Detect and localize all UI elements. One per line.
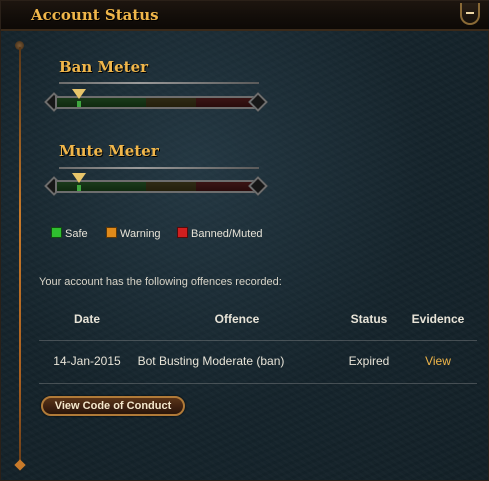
column-header-date: Date	[73, 312, 101, 326]
offence-date: 14-Jan-2015	[53, 354, 121, 368]
column-header-evidence: Evidence	[411, 312, 465, 326]
warning-swatch-icon	[106, 227, 117, 238]
panel-title: Account Status	[31, 6, 159, 24]
view-code-of-conduct-button[interactable]: View Code of Conduct	[41, 396, 185, 416]
safe-zone	[57, 98, 147, 107]
column-header-offence: Offence	[214, 312, 260, 326]
marker-gem-icon	[77, 185, 82, 191]
minus-icon	[466, 12, 474, 14]
safe-zone	[57, 182, 147, 191]
offences-intro: Your account has the following offences …	[39, 276, 282, 288]
marker-gem-icon	[77, 101, 82, 107]
marker-arrow-icon	[72, 89, 87, 99]
warning-zone	[146, 98, 196, 107]
offence-status: Expired	[348, 354, 390, 368]
mute-meter-marker	[72, 173, 87, 191]
legend-item-banned-muted: Banned/Muted	[177, 227, 263, 240]
warning-zone	[146, 182, 196, 191]
side-rail	[19, 47, 21, 465]
mute-meter-rule	[59, 167, 259, 169]
marker-arrow-icon	[72, 173, 87, 183]
offence-name: Bot Busting Moderate (ban)	[137, 354, 285, 368]
collapse-button[interactable]	[460, 3, 480, 25]
legend-item-safe: Safe	[51, 227, 88, 240]
ban-meter	[44, 89, 268, 113]
banned-swatch-icon	[177, 227, 188, 238]
legend-item-warning: Warning	[106, 227, 161, 240]
ban-meter-rule	[59, 82, 259, 84]
header-divider	[39, 340, 477, 341]
muted-zone	[195, 182, 255, 191]
banned-zone	[195, 98, 255, 107]
legend-label: Banned/Muted	[191, 228, 263, 240]
safe-swatch-icon	[51, 227, 62, 238]
legend-label: Warning	[120, 228, 161, 240]
rail-ornament-bottom	[14, 459, 26, 471]
mute-meter-title: Mute Meter	[59, 142, 159, 160]
column-header-status: Status	[350, 312, 388, 326]
account-status-panel: Account Status Ban Meter Mute Meter Safe…	[0, 0, 489, 481]
legend-label: Safe	[65, 228, 88, 240]
mute-meter	[44, 173, 268, 197]
title-bar: Account Status	[1, 1, 489, 31]
ban-meter-marker	[72, 89, 87, 107]
ban-meter-title: Ban Meter	[59, 58, 149, 76]
view-evidence-link[interactable]: View	[425, 354, 451, 368]
row-divider	[39, 383, 477, 384]
